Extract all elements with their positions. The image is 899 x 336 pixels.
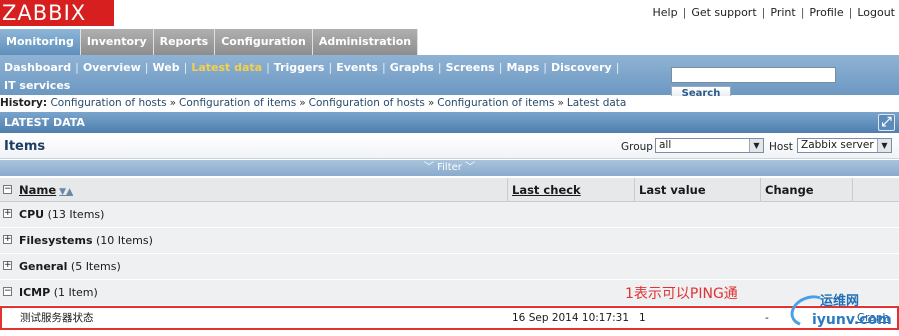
history-item[interactable]: Configuration of hosts [50, 97, 166, 109]
watermark-text: 运维网 [820, 294, 860, 309]
column-change: Change [761, 178, 853, 202]
help-link[interactable]: Help [653, 6, 678, 19]
item-name: 测试服务器状态 [20, 312, 94, 324]
history-label: History: [0, 97, 48, 109]
group-row-filesystems[interactable]: + Filesystems (10 Items) [0, 228, 899, 254]
expand-icon[interactable]: + [3, 261, 12, 270]
history-item[interactable]: Configuration of items [437, 97, 554, 109]
watermark-url: iyunv.com [812, 312, 892, 328]
profile-link[interactable]: Profile [809, 6, 843, 19]
menu-monitoring[interactable]: Monitoring [0, 29, 81, 55]
items-header: Items Group all ▼ Host Zabbix server ▼ [0, 135, 899, 159]
submenu-screens[interactable]: Screens [446, 59, 495, 77]
group-select-value: all [659, 139, 672, 151]
column-last-check[interactable]: Last check [508, 178, 635, 202]
table-row: 测试服务器状态 16 Sep 2014 10:17:31 1 - Graph [0, 306, 899, 330]
submenu-maps[interactable]: Maps [506, 59, 539, 77]
sort-icon: ▼▲ [59, 187, 74, 197]
submenu-latest-data[interactable]: Latest data [191, 59, 262, 77]
collapse-icon[interactable]: − [3, 287, 12, 296]
history-item[interactable]: Latest data [567, 97, 626, 109]
menu-inventory[interactable]: Inventory [80, 29, 154, 55]
group-row-icmp[interactable]: − ICMP (1 Item) [0, 280, 899, 306]
collapse-all-icon[interactable]: − [3, 185, 12, 194]
top-links: Help | Get support | Print | Profile | Logout [652, 6, 895, 19]
filter-toggle[interactable]: ﹀ Filter ﹀ [0, 160, 899, 176]
menu-reports[interactable]: Reports [153, 29, 216, 55]
host-select[interactable]: Zabbix server ▼ [797, 138, 892, 153]
chevron-down-icon: ▼ [877, 139, 891, 152]
annotation-note: 1表示可以PING通 [625, 286, 738, 302]
submenu-discovery[interactable]: Discovery [551, 59, 612, 77]
item-change: - [765, 312, 769, 324]
item-last-value: 1 [639, 312, 646, 324]
group-select[interactable]: all ▼ [655, 138, 764, 153]
table-header: − Name ▼▲ Last check Last value Change [0, 178, 899, 202]
items-title: Items [4, 139, 46, 154]
item-last-check: 16 Sep 2014 10:17:31 [512, 312, 630, 324]
get-support-link[interactable]: Get support [691, 6, 756, 19]
group-row-general[interactable]: + General (5 Items) [0, 254, 899, 280]
submenu-web[interactable]: Web [153, 59, 180, 77]
search-input[interactable] [671, 67, 836, 83]
history-item[interactable]: Configuration of items [179, 97, 296, 109]
latest-data-table: − Name ▼▲ Last check Last value Change + … [0, 178, 899, 330]
host-label: Host [769, 141, 793, 153]
menu-administration[interactable]: Administration [312, 29, 419, 55]
submenu-it-services[interactable]: IT services [4, 77, 70, 95]
host-select-value: Zabbix server [801, 139, 874, 151]
submenu-dashboard[interactable]: Dashboard [4, 59, 71, 77]
section-title-bar: LATEST DATA ⤢ [0, 112, 899, 133]
print-link[interactable]: Print [770, 6, 795, 19]
chevron-down-icon: ﹀ [423, 162, 434, 173]
group-row-cpu[interactable]: + CPU (13 Items) [0, 202, 899, 228]
logout-link[interactable]: Logout [857, 6, 895, 19]
section-title: LATEST DATA [4, 116, 85, 129]
chevron-down-icon: ﹀ [465, 162, 476, 173]
submenu-events[interactable]: Events [336, 59, 378, 77]
expand-icon[interactable]: + [3, 235, 12, 244]
filter-label: Filter [437, 162, 462, 173]
submenu-triggers[interactable]: Triggers [274, 59, 325, 77]
breadcrumb: History: Configuration of hosts» Configur… [0, 96, 899, 110]
chevron-down-icon: ▼ [749, 139, 763, 152]
watermark-logo: 运维网 iyunv.com [786, 290, 895, 334]
zabbix-logo[interactable]: ZABBIX [0, 0, 114, 26]
top-header: ZABBIX Help | Get support | Print | Profile | Lo… [0, 0, 899, 28]
history-item[interactable]: Configuration of hosts [309, 97, 425, 109]
main-menu: Monitoring Inventory Reports Configurati… [0, 29, 419, 55]
submenu-overview[interactable]: Overview [83, 59, 141, 77]
fullscreen-icon[interactable]: ⤢ [878, 114, 895, 131]
submenu-graphs[interactable]: Graphs [390, 59, 434, 77]
group-label: Group [621, 141, 653, 153]
column-last-value: Last value [635, 178, 761, 202]
column-name[interactable]: Name ▼▲ [15, 178, 508, 202]
menu-configuration[interactable]: Configuration [215, 29, 313, 55]
expand-icon[interactable]: + [3, 209, 12, 218]
